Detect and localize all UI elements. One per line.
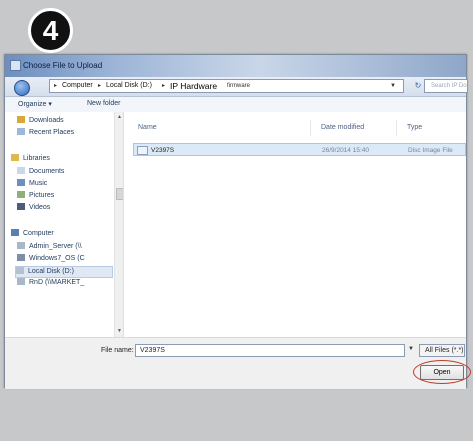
scroll-up-icon[interactable]: ▲ — [117, 114, 122, 120]
nav-item-rnd[interactable]: RnD (\\MARKET_ — [17, 278, 84, 290]
network-drive-icon — [17, 242, 25, 249]
crumb-firmware[interactable]: firmware — [227, 83, 250, 89]
scroll-thumb[interactable] — [116, 188, 123, 200]
disc-image-icon — [137, 146, 148, 155]
refresh-icon[interactable]: ↻ — [412, 80, 424, 91]
address-bar[interactable]: ▸ Computer ▸ Local Disk (D:) ▸ IP Hardwa… — [49, 79, 404, 93]
scroll-down-icon[interactable]: ▼ — [117, 328, 122, 334]
crumb-separator: ▸ — [98, 83, 102, 89]
nav-item-libraries[interactable]: Libraries — [11, 154, 50, 166]
videos-icon — [17, 203, 25, 210]
crumb-computer[interactable]: Computer — [62, 82, 93, 89]
window-icon — [10, 60, 21, 71]
chevron-down-icon[interactable]: ▼ — [408, 346, 414, 352]
computer-icon — [11, 229, 19, 236]
screen: { "window": { "title": "Choose File to U… — [0, 0, 473, 441]
nav-item-downloads[interactable]: Downloads — [17, 116, 64, 128]
recent-places-icon — [17, 128, 25, 135]
file-name-value: V2397S — [140, 347, 165, 354]
column-header-type[interactable]: Type — [407, 124, 422, 131]
file-type-value: All Files (*.*) — [425, 347, 464, 354]
crumb-separator: ▸ — [54, 83, 58, 89]
nav-item-music[interactable]: Music — [17, 179, 47, 191]
toolbar: Organize ▾ New folder — [5, 97, 466, 113]
crumb-separator: ▸ — [162, 83, 166, 89]
pictures-icon — [17, 191, 25, 198]
file-name-cell: V2397S — [151, 147, 175, 154]
table-row[interactable]: V2397S 26/9/2014 15:40 Disc Image File — [133, 143, 466, 156]
column-header-name[interactable]: Name — [138, 124, 157, 131]
libraries-icon — [11, 154, 19, 161]
column-divider[interactable] — [396, 120, 397, 136]
step-badge: 4 — [28, 8, 73, 53]
file-name-input[interactable]: V2397S — [135, 344, 405, 357]
system-drive-icon — [17, 254, 25, 261]
new-folder-button[interactable]: New folder — [87, 100, 120, 107]
chevron-down-icon[interactable]: ▼ — [390, 83, 396, 89]
search-placeholder: Search IP Do — [431, 83, 467, 89]
organize-button[interactable]: Organize ▾ — [18, 100, 52, 108]
crumb-ip-hardware[interactable]: IP Hardware — [170, 81, 217, 91]
column-header-date[interactable]: Date modified — [321, 124, 364, 131]
search-input[interactable]: Search IP Do — [424, 79, 468, 93]
window-title: Choose File to Upload — [23, 61, 103, 70]
file-type-cell: Disc Image File — [408, 147, 453, 154]
nav-item-computer[interactable]: Computer — [11, 229, 54, 241]
file-list: Name Date modified Type V2397S 26/9/2014… — [124, 112, 466, 337]
crumb-local-disk[interactable]: Local Disk (D:) — [106, 82, 152, 89]
nav-item-documents[interactable]: Documents — [17, 167, 64, 179]
nav-item-admin-server[interactable]: Admin_Server (\\ — [17, 242, 82, 254]
file-type-select[interactable]: All Files (*.*) — [419, 344, 465, 357]
nav-scrollbar[interactable]: ▲ ▼ — [114, 112, 123, 337]
column-divider[interactable] — [310, 120, 311, 136]
file-name-label: File name: — [101, 347, 134, 354]
music-icon — [17, 179, 25, 186]
file-dialog: Choose File to Upload ▸ Computer ▸ Local… — [4, 54, 471, 389]
title-bar: Choose File to Upload — [5, 55, 466, 77]
file-date-cell: 26/9/2014 15:40 — [322, 147, 369, 154]
back-arrow-icon[interactable] — [14, 80, 30, 96]
nav-item-recent-places[interactable]: Recent Places — [17, 128, 74, 140]
downloads-folder-icon — [17, 116, 25, 123]
nav-item-pictures[interactable]: Pictures — [17, 191, 54, 203]
documents-icon — [17, 167, 25, 174]
dialog-footer: File name: V2397S ▼ All Files (*.*) Open — [5, 337, 471, 389]
local-drive-icon — [16, 267, 24, 274]
navigation-pane: Downloads Recent Places Libraries Docume… — [5, 112, 124, 337]
nav-item-videos[interactable]: Videos — [17, 203, 50, 215]
nav-item-local-disk-d[interactable]: Local Disk (D:) — [15, 266, 113, 278]
network-drive-icon — [17, 278, 25, 285]
highlight-ring — [413, 360, 471, 384]
address-row: ▸ Computer ▸ Local Disk (D:) ▸ IP Hardwa… — [5, 77, 468, 97]
nav-item-windows7-os[interactable]: Windows7_OS (C — [17, 254, 85, 266]
